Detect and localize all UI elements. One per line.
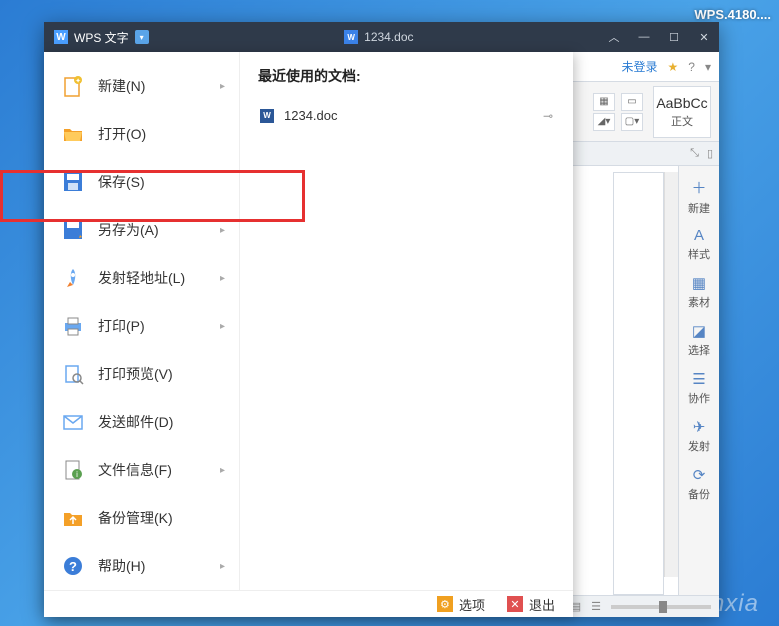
vertical-scrollbar[interactable] [664,172,679,577]
menu-help[interactable]: ? 帮助(H) ▸ [44,542,239,590]
select-icon: ◪ [692,322,706,340]
qat-expand-icon[interactable]: ⤡ [690,147,699,160]
file-menu-list: ✦ 新建(N) ▸ 打开(O) 保存(S) 另存为(A) ▸ [44,52,240,590]
file-menu-footer: ⚙ 选项 ✕ 退出 [44,590,573,617]
watermark-top: WPS.4180.... [694,7,771,22]
ribbon-chevron-icon[interactable]: ▾ [705,60,711,74]
highlight-tool-icon[interactable]: ◢▾ [593,113,615,131]
menu-save[interactable]: 保存(S) [44,158,239,206]
document-icon: W [344,30,358,44]
document-canvas[interactable] [613,172,664,595]
help-icon: ? [62,555,84,577]
submenu-arrow-icon: ▸ [220,225,225,236]
recent-doc-name: 1234.doc [284,108,338,123]
style-preview: AaBbCc [656,95,707,111]
menu-backup[interactable]: 备份管理(K) [44,494,239,542]
app-window: W WPS 文字 ▾ W 1234.doc ︿ — ☐ ✕ 未登录 ★ ? ▾ … [44,22,719,617]
wps-menu-button[interactable]: W WPS 文字 ▾ [44,22,159,52]
side-new[interactable]: ＋新建 [682,174,716,218]
open-folder-icon [62,123,84,145]
backup-folder-icon [62,507,84,529]
collab-icon: ☰ [692,370,705,388]
rocket-icon [62,267,84,289]
side-backup[interactable]: ⟳备份 [682,462,716,506]
save-disk-icon [62,171,84,193]
recent-panel: 最近使用的文档: W 1234.doc ⊸ [240,52,573,590]
style-label: 正文 [671,113,693,129]
border-tool-icon[interactable]: ▢▾ [621,113,643,131]
svg-text:✦: ✦ [75,77,81,85]
app-name: WPS 文字 [74,29,129,46]
style-normal[interactable]: AaBbCc 正文 [653,86,711,138]
options-icon: ⚙ [437,596,453,612]
mail-icon [62,411,84,433]
ribbon-help-icon[interactable]: ? [688,60,695,74]
close-button[interactable]: ✕ [689,22,719,52]
assets-icon: ▦ [692,274,706,292]
recent-doc-item[interactable]: W 1234.doc ⊸ [258,102,555,129]
new-icon: ＋ [691,177,706,198]
image-tool-icon[interactable]: ▭ [621,93,643,111]
minimize-button[interactable]: — [629,22,659,52]
qat-layout-icon[interactable]: ▯ [707,147,713,160]
word-doc-icon: W [260,109,274,123]
submenu-arrow-icon: ▸ [220,81,225,92]
side-style[interactable]: A样式 [682,222,716,266]
wps-logo-icon: W [54,30,68,44]
side-panel: ＋新建 A样式 ▦素材 ◪选择 ☰协作 ✈发射 ⟳备份 [678,166,719,595]
side-select[interactable]: ◪选择 [682,318,716,362]
menu-send-mail[interactable]: 发送邮件(D) [44,398,239,446]
printer-icon [62,315,84,337]
menu-print-preview[interactable]: 打印预览(V) [44,350,239,398]
submenu-arrow-icon: ▸ [220,465,225,476]
exit-button[interactable]: ✕ 退出 [507,595,555,614]
zoom-slider[interactable] [611,605,711,609]
menu-launch-url[interactable]: 发射轻地址(L) ▸ [44,254,239,302]
window-controls: ︿ — ☐ ✕ [599,22,719,52]
launch-icon: ✈ [693,418,706,436]
svg-text:?: ? [69,559,77,574]
info-icon: i [62,459,84,481]
menu-print[interactable]: 打印(P) ▸ [44,302,239,350]
ribbon-collapse-button[interactable]: ︿ [599,22,629,52]
view-outline-icon[interactable]: ☰ [591,600,601,613]
exit-icon: ✕ [507,596,523,612]
menu-saveas[interactable]: 另存为(A) ▸ [44,206,239,254]
zoom-thumb[interactable] [659,601,667,613]
side-launch[interactable]: ✈发射 [682,414,716,458]
wps-dropdown-icon: ▾ [135,30,149,44]
table-tool-icon[interactable]: ▦ [593,93,615,111]
favorite-icon[interactable]: ★ [668,60,679,74]
menu-new[interactable]: ✦ 新建(N) ▸ [44,62,239,110]
submenu-arrow-icon: ▸ [220,321,225,332]
svg-text:i: i [76,470,78,479]
new-file-icon: ✦ [62,75,84,97]
saveas-disk-icon [62,219,84,241]
options-button[interactable]: ⚙ 选项 [437,595,485,614]
backup-icon: ⟳ [693,466,706,484]
side-collab[interactable]: ☰协作 [682,366,716,410]
style-icon: A [694,227,704,244]
side-assets[interactable]: ▦素材 [682,270,716,314]
print-preview-icon [62,363,84,385]
document-title: 1234.doc [364,30,413,44]
submenu-arrow-icon: ▸ [220,273,225,284]
titlebar: W WPS 文字 ▾ W 1234.doc ︿ — ☐ ✕ [44,22,719,52]
login-link[interactable]: 未登录 [622,58,658,75]
pin-icon[interactable]: ⊸ [543,109,553,123]
menu-open[interactable]: 打开(O) [44,110,239,158]
recent-header: 最近使用的文档: [258,66,555,86]
title-center: W 1234.doc [159,30,599,44]
file-menu: ✦ 新建(N) ▸ 打开(O) 保存(S) 另存为(A) ▸ [44,52,573,617]
submenu-arrow-icon: ▸ [220,561,225,572]
menu-file-info[interactable]: i 文件信息(F) ▸ [44,446,239,494]
maximize-button[interactable]: ☐ [659,22,689,52]
